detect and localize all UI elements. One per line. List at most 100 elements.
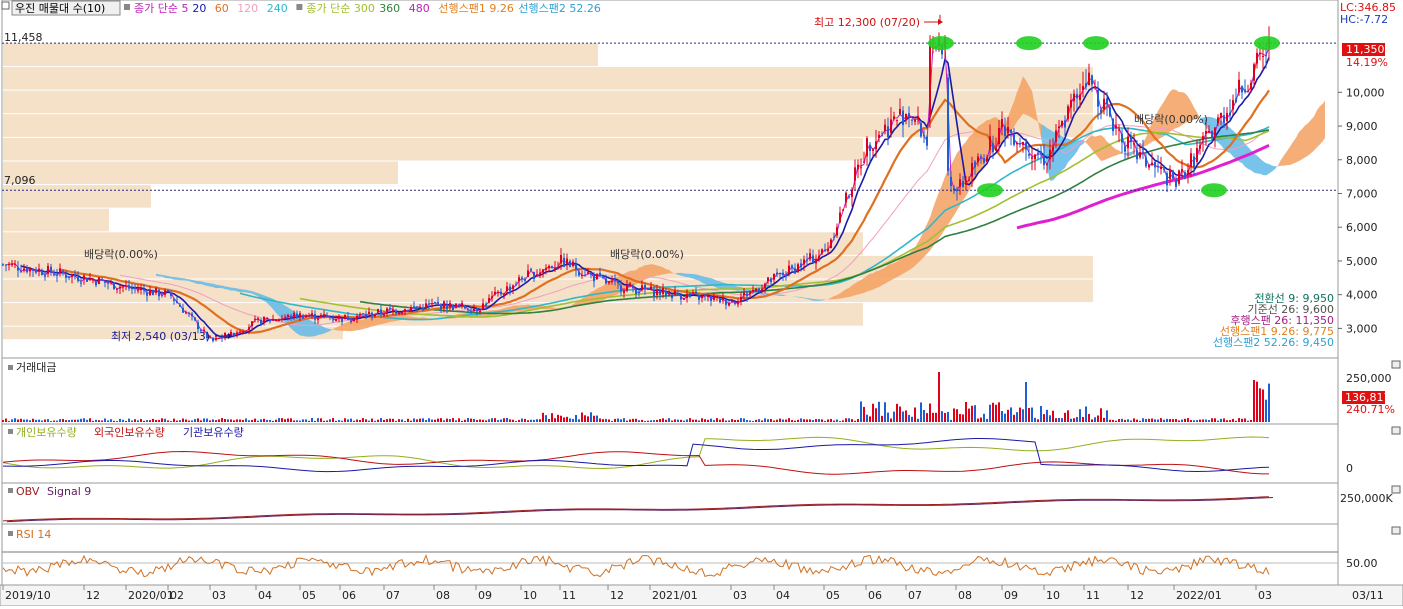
candle-body	[74, 274, 76, 277]
obv-legend-item: Signal 9	[47, 485, 91, 498]
volume-bar	[503, 418, 505, 422]
volume-bar	[614, 419, 616, 422]
candle-body	[47, 266, 49, 274]
candle-body	[776, 272, 778, 274]
candle-body	[752, 290, 754, 291]
candle-body	[92, 280, 94, 281]
level-low-label: 7,096	[4, 174, 36, 187]
volume-bar	[695, 420, 697, 422]
volume-bar	[86, 420, 88, 422]
volume-bar	[440, 418, 442, 422]
chart-canvas[interactable]: 우진 매물대 수(10) 종가 단순 52060120240종가 단순 3003…	[0, 0, 1403, 606]
panel-close-button[interactable]	[1392, 361, 1400, 368]
legend-checkbox[interactable]	[2, 2, 9, 9]
candle-body	[32, 269, 34, 271]
candle-body	[587, 272, 589, 274]
candle-body	[515, 285, 517, 286]
candle-body	[458, 305, 460, 306]
panel-close-button[interactable]	[1392, 486, 1400, 493]
candle-body	[1199, 145, 1201, 149]
volume-bar	[1082, 417, 1084, 422]
candle-body	[275, 320, 277, 321]
candle-body	[38, 269, 40, 272]
candle-body	[1124, 147, 1126, 152]
volume-bar	[1085, 406, 1087, 422]
candle-body	[353, 320, 355, 321]
volume-bar	[650, 420, 652, 422]
candle-body	[920, 123, 922, 136]
cloud-segment	[714, 279, 717, 287]
cloud-segment	[942, 177, 945, 234]
candle-body	[1052, 147, 1054, 151]
cloud-segment	[891, 263, 894, 280]
volume-bar	[71, 420, 73, 422]
legend-item: 480	[409, 2, 430, 15]
volume-bar	[839, 421, 841, 422]
candle-body	[53, 274, 55, 275]
volume-bar	[347, 419, 349, 422]
volume-bar	[593, 416, 595, 422]
candle-body	[167, 290, 169, 291]
candle-body	[452, 305, 454, 310]
volume-bar	[320, 418, 322, 422]
cloud-segment	[861, 278, 864, 293]
volume-bar	[899, 407, 901, 422]
volume-bar	[11, 419, 13, 422]
volume-bar	[299, 421, 301, 422]
volume-bar	[1229, 420, 1231, 422]
candle-body	[50, 267, 52, 273]
cloud-segment	[873, 271, 876, 289]
volume-bar	[431, 420, 433, 422]
y-tick-label: 4,000	[1346, 289, 1378, 302]
candle-body	[1100, 110, 1102, 113]
volume-bar	[1268, 384, 1270, 422]
volume-bar	[362, 418, 364, 422]
cloud-segment	[897, 259, 900, 277]
volume-bar	[761, 420, 763, 422]
panel-close-button[interactable]	[1392, 427, 1400, 434]
volume-bar	[1253, 380, 1255, 422]
candle-body	[680, 295, 682, 299]
candle-body	[581, 275, 583, 276]
candle-body	[956, 190, 958, 191]
panel-close-buttons[interactable]	[1392, 361, 1400, 534]
panel-close-button[interactable]	[1392, 527, 1400, 534]
cloud-segment	[870, 273, 873, 290]
candle-body	[437, 302, 439, 304]
volume-bar	[692, 420, 694, 422]
volume-bar	[686, 419, 688, 422]
candle-body	[1079, 95, 1081, 100]
candle-body	[419, 307, 421, 308]
volume-bar	[311, 418, 313, 422]
volume-bar	[815, 419, 817, 422]
volume-bar	[35, 420, 37, 422]
volume-bar	[491, 418, 493, 422]
volume-bar	[1058, 418, 1060, 422]
volume-profile-bar	[3, 209, 109, 232]
volume-bar	[917, 419, 919, 422]
volume-bar	[551, 413, 553, 422]
y-tick-label: 10,000	[1346, 86, 1385, 99]
candle-body	[305, 316, 307, 318]
volume-bar	[947, 412, 949, 422]
volume-bar	[482, 420, 484, 422]
volume-profile-bar	[3, 43, 598, 66]
candle-body	[827, 249, 829, 251]
cloud-segment	[702, 276, 705, 284]
x-label: 04	[776, 589, 790, 602]
candle-body	[107, 282, 109, 283]
volume-bar	[488, 419, 490, 422]
holdings-legend: 개인보유수량외국인보유수량기관보유수량	[8, 426, 244, 439]
volume-bar	[581, 413, 583, 422]
candle-body	[308, 316, 310, 317]
volume-bar	[1034, 418, 1036, 422]
volume-bar	[524, 419, 526, 422]
volume-bar	[395, 421, 397, 422]
candle-body	[104, 281, 106, 282]
volume-bar	[545, 415, 547, 422]
candle-body	[806, 260, 808, 261]
volume-bar	[1013, 415, 1015, 422]
volume-bar	[1154, 419, 1156, 422]
candle-body	[977, 156, 979, 162]
volume-bar	[536, 419, 538, 422]
